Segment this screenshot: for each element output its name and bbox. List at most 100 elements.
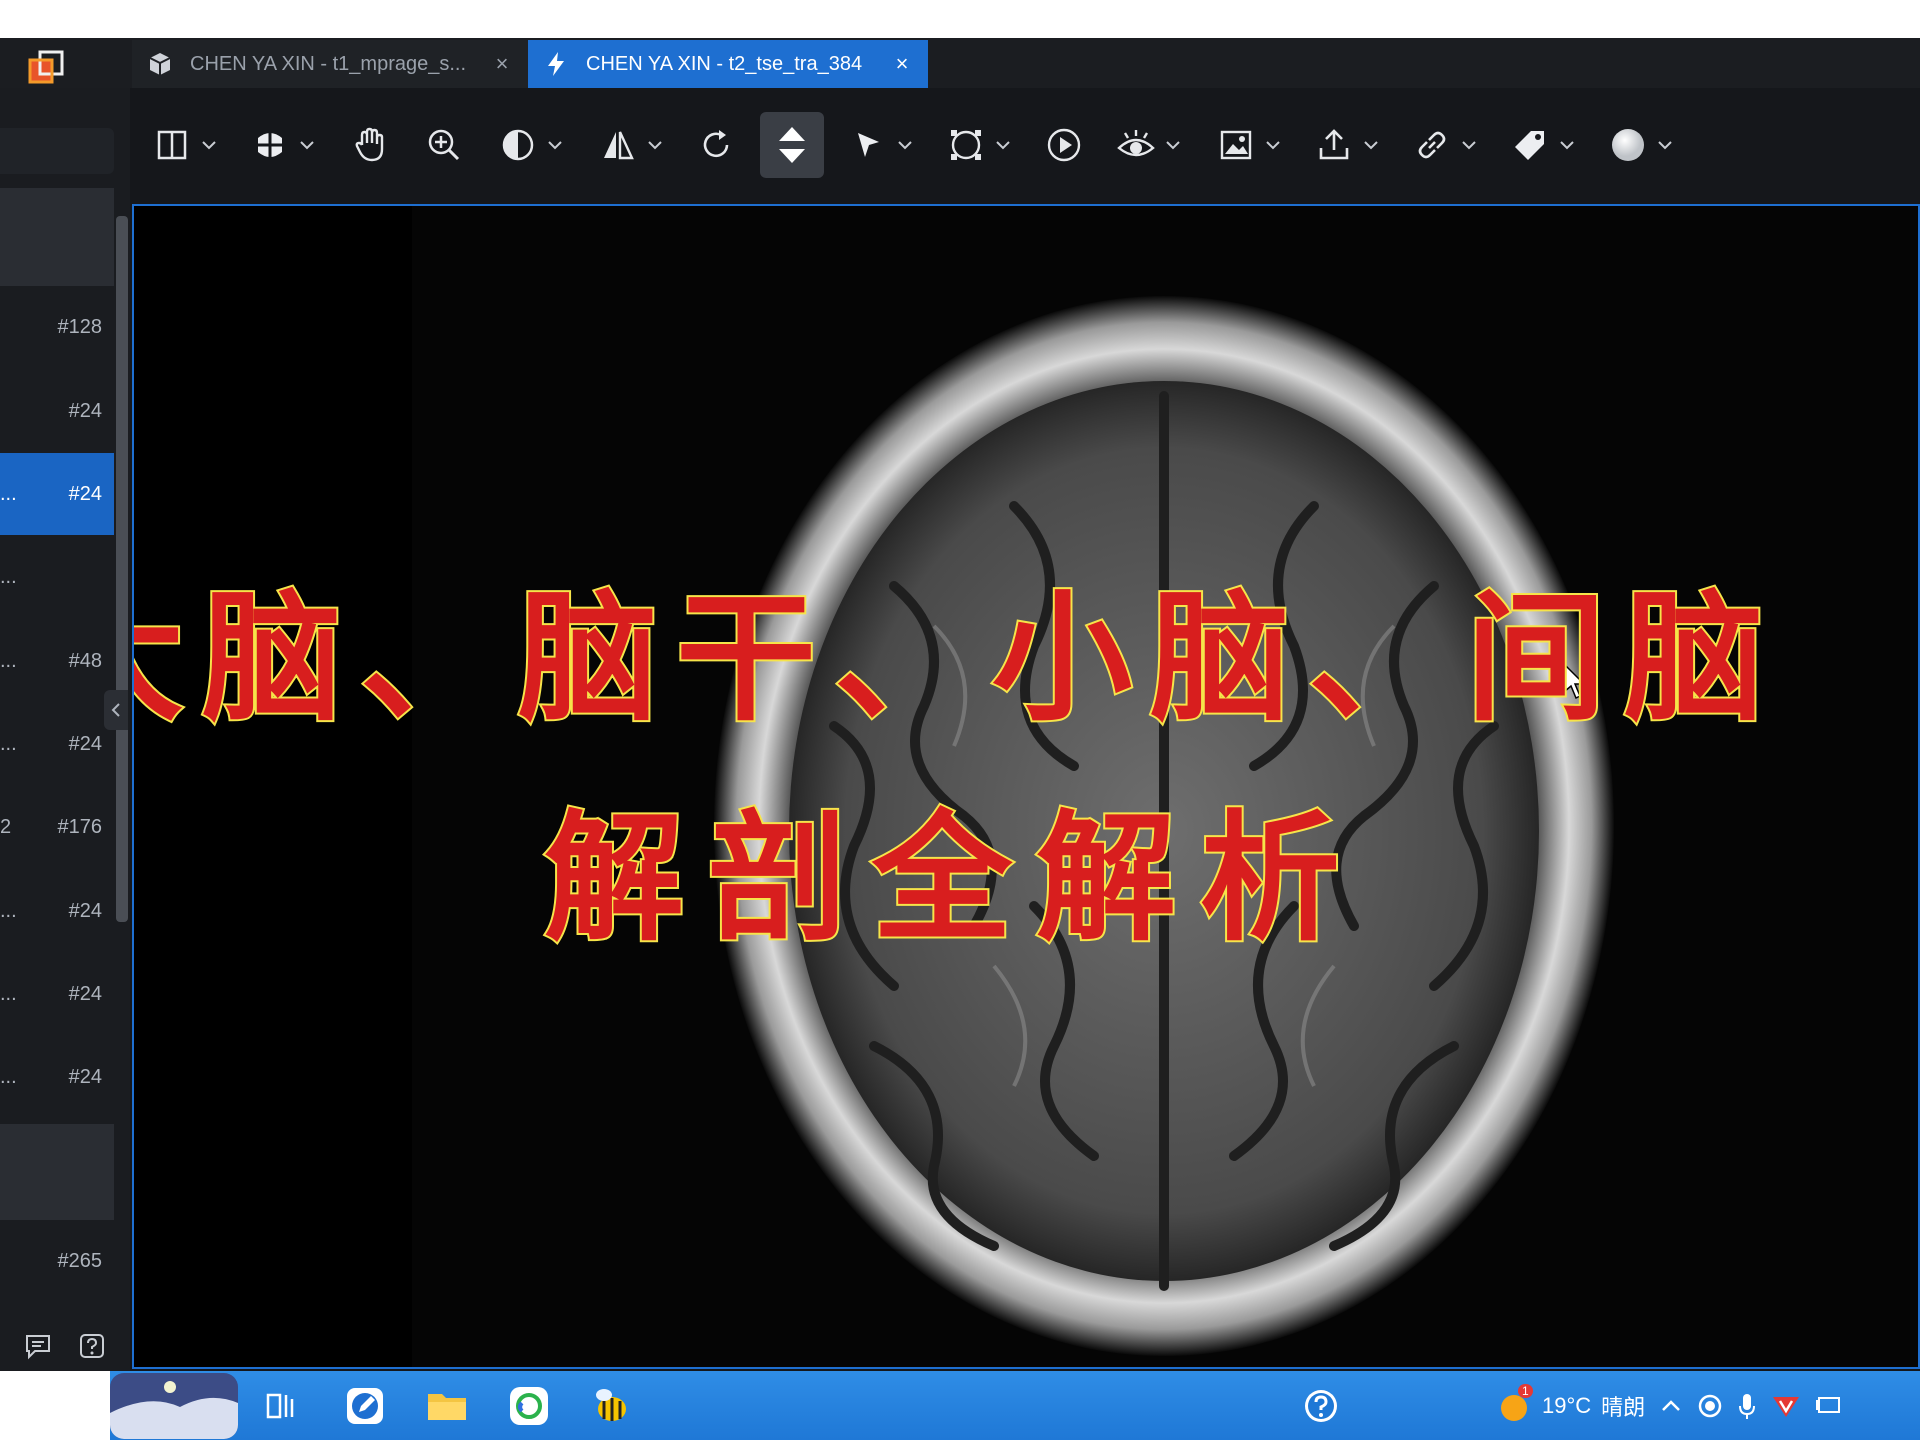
series-item[interactable]: ... #48	[0, 620, 114, 702]
series-item[interactable]: ... #24	[0, 1036, 114, 1118]
taskbar-cloud-app[interactable]	[504, 1381, 554, 1431]
rotate-icon	[694, 123, 738, 167]
window-top-margin	[0, 0, 1920, 38]
series-name: ...	[0, 983, 17, 1005]
contrast-button[interactable]	[496, 114, 564, 176]
series-count: #24	[68, 983, 102, 1005]
dicom-viewer-window: CHEN YA XIN - t1_mprage_s... × CHEN YA X…	[0, 38, 1920, 1371]
series-item-active[interactable]: ... #24	[0, 453, 114, 535]
question-icon	[1305, 1390, 1337, 1422]
sidebar-thumbnail[interactable]	[0, 188, 114, 286]
microphone-icon[interactable]	[1737, 1392, 1757, 1420]
series-count: #265	[57, 1250, 103, 1272]
taskbar-bee-app[interactable]	[586, 1381, 636, 1431]
title-overlay-line2: 解剖全解析	[542, 796, 1365, 963]
series-item[interactable]: ...	[0, 536, 114, 618]
chevron-down-icon[interactable]	[994, 136, 1012, 154]
tab-t2-tse-tra[interactable]: CHEN YA XIN - t2_tse_tra_384 ×	[528, 40, 928, 88]
chevron-down-icon[interactable]	[200, 136, 218, 154]
tab-label: CHEN YA XIN - t2_tse_tra_384	[586, 52, 863, 75]
chevron-down-icon[interactable]	[1362, 136, 1380, 154]
edit-app-icon	[347, 1388, 383, 1424]
chevron-down-icon[interactable]	[1656, 136, 1674, 154]
3d-view-button[interactable]	[248, 114, 316, 176]
export-button[interactable]	[1312, 114, 1380, 176]
series-name: ...	[0, 650, 17, 672]
series-item[interactable]: 2 #176	[0, 786, 114, 868]
collapse-sidebar-button[interactable]	[104, 690, 128, 730]
link-button[interactable]	[1410, 114, 1478, 176]
chevron-down-icon[interactable]	[1164, 136, 1182, 154]
tag-button[interactable]	[1508, 114, 1576, 176]
chevron-down-icon[interactable]	[1264, 136, 1282, 154]
play-button[interactable]	[1042, 114, 1086, 176]
roi-button[interactable]	[944, 114, 1012, 176]
layout-button[interactable]	[150, 114, 218, 176]
sidebar-thumbnail[interactable]	[0, 1124, 114, 1220]
bee-app-icon	[596, 1389, 626, 1421]
tab-bar: CHEN YA XIN - t1_mprage_s... × CHEN YA X…	[0, 38, 1920, 88]
visibility-button[interactable]	[1114, 114, 1182, 176]
sidebar-search-box[interactable]	[0, 128, 114, 174]
task-view-button[interactable]	[256, 1381, 306, 1431]
series-name: ...	[0, 1066, 17, 1088]
chevron-down-icon[interactable]	[546, 136, 564, 154]
help-tray-button[interactable]	[1296, 1381, 1346, 1431]
landscape-widget-icon	[110, 1373, 238, 1439]
zoom-button[interactable]	[422, 114, 466, 176]
display-icon[interactable]	[1815, 1394, 1843, 1418]
folder-icon	[428, 1394, 466, 1420]
comment-icon[interactable]	[24, 1332, 52, 1360]
series-item[interactable]: #265	[0, 1220, 114, 1302]
lightning-icon	[542, 50, 570, 78]
series-item[interactable]: ... #24	[0, 953, 114, 1035]
flip-icon	[596, 123, 640, 167]
image-button[interactable]	[1214, 114, 1282, 176]
antivirus-icon[interactable]	[1771, 1393, 1801, 1419]
scroll-stack-button[interactable]	[760, 112, 824, 178]
sidebar-scrollbar[interactable]	[116, 216, 128, 922]
series-count: #128	[57, 316, 103, 338]
pan-button[interactable]	[348, 114, 392, 176]
close-icon[interactable]: ×	[490, 51, 514, 77]
series-item[interactable]: ... #24	[0, 870, 114, 952]
weather-text: 晴朗	[1601, 1394, 1646, 1420]
series-count: #24	[68, 900, 102, 922]
close-icon[interactable]: ×	[890, 51, 914, 77]
export-icon	[1312, 123, 1356, 167]
series-name: ...	[0, 900, 17, 922]
chevron-up-icon[interactable]	[1659, 1394, 1683, 1418]
chevron-down-icon[interactable]	[1558, 136, 1576, 154]
series-item[interactable]: ... #24	[0, 703, 114, 785]
series-item[interactable]: #24	[0, 370, 114, 452]
record-icon[interactable]	[1697, 1393, 1723, 1419]
tab-t1-mprage[interactable]: CHEN YA XIN - t1_mprage_s... ×	[132, 40, 528, 88]
windows-taskbar: 1 19°C 晴朗	[0, 1371, 1920, 1440]
circle-icon	[1606, 123, 1650, 167]
pointer-button[interactable]	[846, 114, 914, 176]
roi-icon	[944, 123, 988, 167]
image-icon	[1214, 123, 1258, 167]
taskbar-file-explorer[interactable]	[422, 1381, 472, 1431]
weather-badge: 1	[1518, 1383, 1533, 1398]
flip-button[interactable]	[596, 114, 664, 176]
app-logo-icon[interactable]	[26, 48, 66, 88]
widgets-button[interactable]	[110, 1373, 238, 1439]
3d-view-icon	[248, 123, 292, 167]
rotate-button[interactable]	[694, 114, 738, 176]
chevron-left-icon	[111, 703, 120, 717]
series-count: #24	[68, 1066, 102, 1088]
help-icon[interactable]	[78, 1332, 106, 1360]
weather-widget[interactable]: 1 19°C 晴朗	[1496, 1383, 1646, 1424]
series-item[interactable]: #128	[0, 286, 114, 368]
series-count: #24	[68, 733, 102, 755]
image-viewport[interactable]: 大脑、脑干、小脑、间脑 解剖全解析	[132, 204, 1920, 1369]
color-button[interactable]	[1606, 114, 1674, 176]
title-overlay-line1: 大脑、脑干、小脑、间脑	[132, 576, 1783, 743]
taskbar-app-edit[interactable]	[340, 1381, 390, 1431]
chevron-down-icon[interactable]	[298, 136, 316, 154]
pan-hand-icon	[348, 123, 392, 167]
chevron-down-icon[interactable]	[896, 136, 914, 154]
chevron-down-icon[interactable]	[646, 136, 664, 154]
chevron-down-icon[interactable]	[1460, 136, 1478, 154]
